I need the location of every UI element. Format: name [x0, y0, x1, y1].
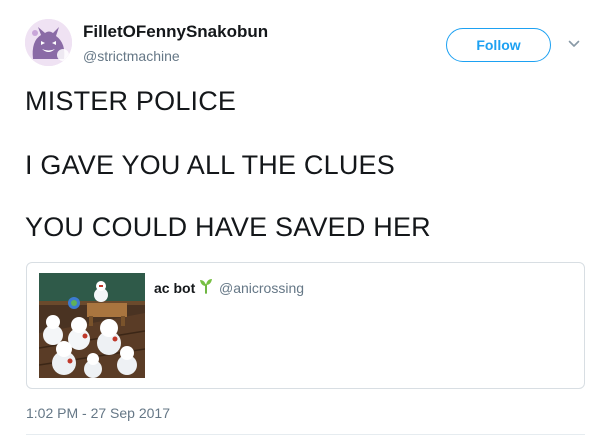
tweet-text-line: YOU COULD HAVE SAVED HER — [25, 212, 431, 242]
divider — [26, 434, 585, 435]
author-handle[interactable]: @strictmachine — [83, 48, 180, 64]
chevron-down-icon[interactable] — [568, 39, 580, 49]
author-display-name[interactable]: FilletOFennySnakobun — [83, 22, 268, 42]
gengar-avatar-icon[interactable] — [25, 19, 72, 66]
quoted-author-name[interactable]: ac bot — [154, 280, 195, 296]
quoted-author-handle[interactable]: @anicrossing — [219, 280, 304, 296]
tweet-text-line: I GAVE YOU ALL THE CLUES — [25, 150, 395, 180]
tweet-text-line: MISTER POLICE — [25, 86, 237, 116]
follow-button[interactable]: Follow — [446, 28, 551, 62]
quoted-tweet-card[interactable]: ac bot @anicrossing — [26, 262, 585, 389]
sprout-icon — [200, 279, 212, 294]
tweet-timestamp[interactable]: 1:02 PM - 27 Sep 2017 — [26, 405, 170, 421]
snowmen-room-thumbnail[interactable] — [39, 273, 145, 378]
tweet-card: FilletOFennySnakobun @strictmachine Foll… — [0, 0, 608, 437]
